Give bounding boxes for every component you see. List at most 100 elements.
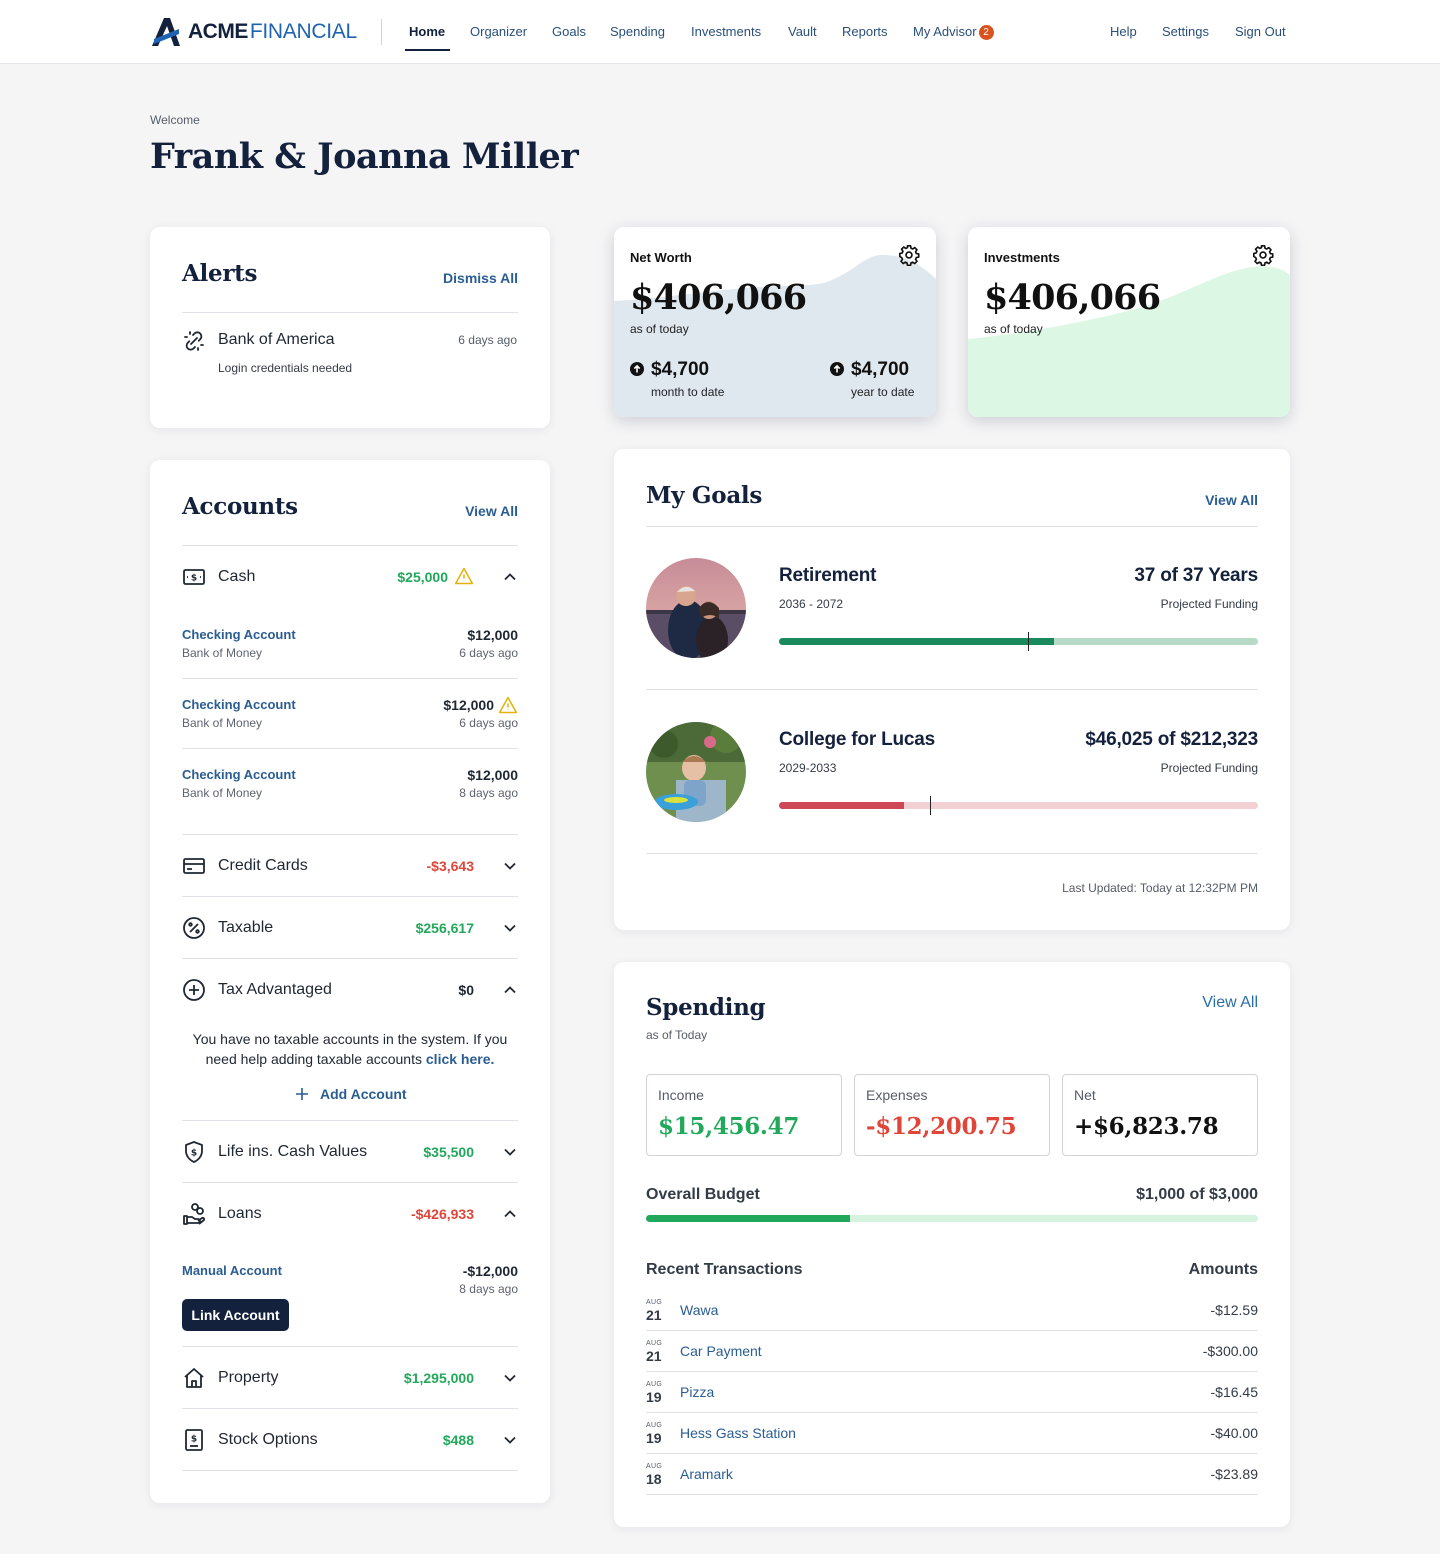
account-category-credit-cards[interactable]: Credit Cards -$3,643: [182, 835, 518, 897]
nav-settings[interactable]: Settings: [1162, 24, 1209, 39]
account-category-property[interactable]: Property $1,295,000: [182, 1347, 518, 1409]
transaction-name[interactable]: Pizza: [680, 1384, 714, 1400]
goal-progress-track: [779, 802, 1258, 809]
spending-view-all-link[interactable]: View All: [1202, 994, 1258, 1012]
account-category-tax-advantaged[interactable]: Tax Advantaged $0: [182, 959, 518, 1021]
investments-value: $406,066: [984, 277, 1161, 318]
spending-card: Spending as of Today View All Income $15…: [614, 962, 1290, 1527]
transaction-name[interactable]: Aramark: [680, 1466, 733, 1482]
account-category-name: Tax Advantaged: [218, 981, 332, 998]
welcome-label: Welcome: [150, 113, 200, 127]
goal-years: 2029-2033: [779, 761, 837, 775]
nav-organizer[interactable]: Organizer: [470, 24, 527, 39]
sub-account-time: 8 days ago: [459, 786, 518, 800]
nav-sign-out[interactable]: Sign Out: [1235, 24, 1286, 39]
investments-card[interactable]: Investments $406,066 as of today: [968, 227, 1290, 417]
transaction-row[interactable]: AUG 18 Aramark -$23.89: [646, 1454, 1258, 1495]
college-photo: [646, 722, 746, 822]
click-here-link[interactable]: click here.: [426, 1051, 495, 1067]
sub-account-row[interactable]: Checking Account Bank of Money $12,000 8…: [182, 767, 518, 823]
goal-college-for-lucas[interactable]: College for Lucas 2029-2033 $46,025 of $…: [646, 722, 1258, 822]
transaction-day: 19: [646, 1389, 662, 1405]
net-worth-label: Net Worth: [630, 250, 692, 265]
sub-account-bank: Bank of Money: [182, 716, 263, 730]
goal-retirement[interactable]: Retirement 2036 - 2072 37 of 37 Years Pr…: [646, 558, 1258, 658]
account-category-value: $0: [458, 982, 474, 998]
sub-account-name[interactable]: Checking Account: [182, 767, 296, 782]
account-category-loans[interactable]: Loans -$426,933: [182, 1183, 518, 1245]
budget-progress-track: [646, 1215, 1258, 1222]
account-category-stock-options[interactable]: $ Stock Options $488: [182, 1409, 518, 1471]
nav-investments[interactable]: Investments: [691, 24, 761, 39]
nav-spending[interactable]: Spending: [610, 24, 665, 39]
transaction-row[interactable]: AUG 19 Pizza -$16.45: [646, 1372, 1258, 1413]
account-category-cash[interactable]: $ Cash $25,000: [182, 546, 518, 608]
chevron-down-icon[interactable]: [502, 1144, 518, 1160]
recent-transactions-header: Recent Transactions: [646, 1261, 803, 1278]
dismiss-all-button[interactable]: Dismiss All: [443, 270, 518, 286]
link-account-button[interactable]: Link Account: [182, 1299, 289, 1331]
account-category-name: Stock Options: [218, 1431, 318, 1448]
goal-name[interactable]: Retirement: [779, 565, 876, 587]
gear-icon[interactable]: [1252, 244, 1274, 266]
sub-account-amount: $12,000: [467, 627, 518, 643]
sub-account-row[interactable]: Checking Account Bank of Money $12,000 6…: [182, 627, 518, 683]
chevron-up-icon[interactable]: [502, 1206, 518, 1222]
nav-goals[interactable]: Goals: [552, 24, 586, 39]
divider: [646, 853, 1258, 854]
sub-account-name[interactable]: Checking Account: [182, 627, 296, 642]
transaction-month: AUG: [646, 1463, 663, 1470]
transaction-row[interactable]: AUG 21 Wawa -$12.59: [646, 1290, 1258, 1331]
transaction-name[interactable]: Hess Gass Station: [680, 1425, 796, 1441]
net-worth-card[interactable]: Net Worth $406,066 as of today $4,700 mo…: [614, 227, 936, 417]
alert-title[interactable]: Bank of America: [218, 331, 335, 349]
accounts-view-all-link[interactable]: View All: [465, 503, 518, 519]
house-icon: [184, 1368, 204, 1388]
transaction-name[interactable]: Car Payment: [680, 1343, 762, 1359]
add-account-button[interactable]: Add Account: [294, 1086, 407, 1102]
divider: [182, 312, 518, 313]
account-category-name: Cash: [218, 568, 256, 585]
nav-help[interactable]: Help: [1110, 24, 1137, 39]
income-value: $15,456.47: [658, 1113, 800, 1140]
gear-icon[interactable]: [898, 244, 920, 266]
alerts-card: Alerts Dismiss All Bank of America 6 day…: [150, 227, 550, 428]
sub-account-bank: Bank of Money: [182, 786, 263, 800]
chevron-down-icon[interactable]: [502, 858, 518, 874]
empty-accounts-note: You have no taxable accounts in the syst…: [182, 1029, 518, 1069]
account-category-name: Credit Cards: [218, 857, 308, 874]
sub-account-name[interactable]: Checking Account: [182, 697, 296, 712]
chevron-down-icon[interactable]: [502, 920, 518, 936]
sub-account-time: 6 days ago: [459, 716, 518, 730]
nav-reports[interactable]: Reports: [842, 24, 888, 39]
account-category-taxable[interactable]: Taxable $256,617: [182, 897, 518, 959]
chevron-up-icon[interactable]: [502, 569, 518, 585]
chevron-down-icon[interactable]: [502, 1370, 518, 1386]
net-value: +$6,823.78: [1074, 1113, 1219, 1140]
goal-years: 2036 - 2072: [779, 597, 844, 611]
goals-view-all-link[interactable]: View All: [1205, 492, 1258, 508]
sub-account-amount: $12,000: [443, 697, 494, 713]
nav-vault[interactable]: Vault: [788, 24, 817, 39]
alerts-title: Alerts: [182, 260, 258, 287]
acme-logo[interactable]: ACME FINANCIAL: [150, 16, 357, 48]
account-category-life-insurance[interactable]: $ Life ins. Cash Values $35,500: [182, 1121, 518, 1183]
transaction-row[interactable]: AUG 21 Car Payment -$300.00: [646, 1331, 1258, 1372]
chevron-up-icon[interactable]: [502, 982, 518, 998]
sub-account-name[interactable]: Manual Account: [182, 1263, 282, 1278]
transaction-day: 19: [646, 1430, 662, 1446]
expenses-label: Expenses: [866, 1087, 928, 1103]
investments-as-of: as of today: [984, 322, 1043, 336]
nav-my-advisor[interactable]: My Advisor 2: [913, 24, 994, 40]
transaction-month: AUG: [646, 1340, 663, 1347]
transaction-name[interactable]: Wawa: [680, 1302, 718, 1318]
nav-home[interactable]: Home: [409, 24, 445, 39]
goal-progress-fill: [779, 638, 1055, 645]
cash-icon: $: [183, 569, 205, 585]
account-category-value: $256,617: [415, 920, 474, 936]
hand-coins-icon: [183, 1203, 206, 1225]
goal-name[interactable]: College for Lucas: [779, 729, 935, 751]
transaction-row[interactable]: AUG 19 Hess Gass Station -$40.00: [646, 1413, 1258, 1454]
chevron-down-icon[interactable]: [502, 1432, 518, 1448]
sub-account-row[interactable]: Checking Account Bank of Money $12,000 6…: [182, 696, 518, 753]
